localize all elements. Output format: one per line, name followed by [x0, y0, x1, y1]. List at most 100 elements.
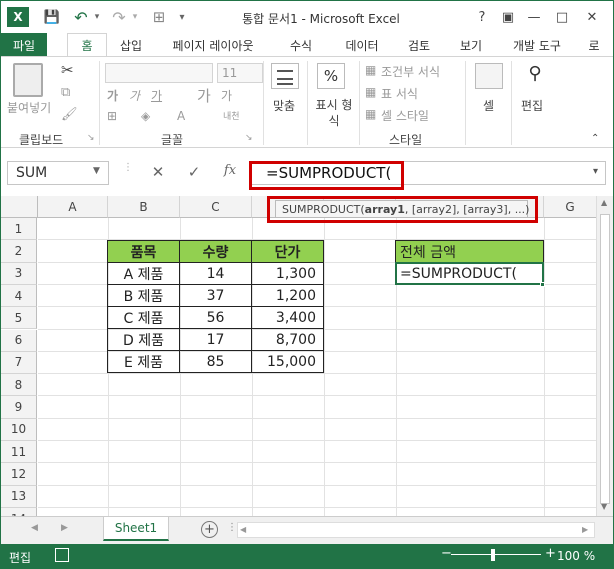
font-color-icon[interactable]: A — [177, 109, 185, 123]
tab-split-handle[interactable]: ⋮ — [227, 522, 237, 533]
font-size-combo[interactable]: 11 — [217, 63, 263, 83]
column-header-g[interactable]: G — [544, 196, 597, 218]
clipboard-launcher-icon[interactable]: ↘ — [87, 133, 95, 143]
row-header-1[interactable]: 1 — [1, 218, 37, 241]
table-cell-qty[interactable]: 17 — [179, 328, 252, 351]
column-header-c[interactable]: C — [180, 196, 252, 218]
row-header-9[interactable]: 9 — [1, 396, 37, 419]
help-button[interactable]: ? — [469, 6, 495, 28]
grow-font-button[interactable]: 가 — [197, 85, 211, 106]
percent-icon[interactable]: % — [317, 63, 345, 89]
next-sheet-icon[interactable]: ▶ — [61, 523, 68, 533]
cut-icon[interactable]: ✂ — [61, 61, 74, 79]
table-header-item[interactable]: 품목 — [107, 240, 180, 263]
border-icon[interactable]: ⊞ — [107, 109, 117, 123]
tab-developer[interactable]: 개발 도구 — [505, 33, 569, 57]
alignment-group-label[interactable]: 맞춤 — [273, 97, 295, 114]
enter-icon[interactable]: ✓ — [183, 163, 205, 183]
tab-file[interactable]: 파일 — [1, 33, 47, 57]
prev-sheet-icon[interactable]: ◀ — [31, 523, 38, 533]
table-header-price[interactable]: 단가 — [251, 240, 324, 263]
find-binoculars-icon[interactable]: ⚲ — [521, 63, 549, 89]
tab-formulas[interactable]: 수식 — [281, 33, 321, 57]
row-header-10[interactable]: 10 — [1, 418, 37, 441]
cell-styles-button[interactable]: 셀 스타일 — [381, 107, 429, 124]
table-cell-price[interactable]: 1,200 — [251, 284, 324, 307]
scroll-left-icon[interactable]: ◀ — [240, 525, 246, 534]
worksheet-grid[interactable]: A B C D E F G 1234567891011121314 품목 수량 … — [1, 196, 613, 531]
conditional-format-button[interactable]: 조건부 서식 — [381, 63, 440, 80]
row-header-7[interactable]: 7 — [1, 351, 37, 375]
underline-button[interactable]: 가 — [151, 87, 162, 104]
tab-home[interactable]: 홈 — [67, 33, 107, 57]
table-cell-qty[interactable]: 14 — [179, 262, 252, 285]
vertical-scroll-thumb[interactable] — [600, 214, 610, 504]
zoom-slider[interactable] — [451, 554, 541, 555]
table-cell-qty[interactable]: 85 — [179, 350, 252, 373]
insert-function-icon[interactable]: fx — [219, 163, 241, 183]
format-as-table-button[interactable]: 표 서식 — [381, 85, 418, 102]
cells-button[interactable]: 셀 — [483, 97, 494, 114]
shrink-font-button[interactable]: 가 — [221, 87, 232, 104]
scroll-down-icon[interactable]: ▼ — [601, 502, 607, 511]
tab-view[interactable]: 보기 — [451, 33, 491, 57]
table-cell-price[interactable]: 15,000 — [251, 350, 324, 373]
save-icon[interactable]: 💾 — [41, 7, 63, 27]
row-header-13[interactable]: 13 — [1, 485, 37, 508]
cancel-icon[interactable]: ✕ — [147, 163, 169, 183]
row-header-5[interactable]: 5 — [1, 307, 37, 330]
zoom-out-icon[interactable]: − — [441, 546, 452, 561]
undo-icon[interactable]: ↶ — [71, 7, 91, 27]
table-cell-item[interactable]: E 제품 — [107, 350, 180, 373]
redo-dropdown-icon[interactable]: ▾ — [129, 7, 141, 27]
table-cell-item[interactable]: A 제품 — [107, 262, 180, 285]
table-cell-item[interactable]: C 제품 — [107, 306, 180, 329]
editing-button[interactable]: 편집 — [521, 97, 543, 114]
add-sheet-icon[interactable]: + — [201, 521, 218, 538]
table-cell-item[interactable]: B 제품 — [107, 284, 180, 307]
tab-more[interactable]: 로 — [579, 33, 609, 57]
horizontal-scrollbar[interactable]: ◀ ▶ — [237, 522, 595, 538]
table-cell-price[interactable]: 1,300 — [251, 262, 324, 285]
zoom-in-icon[interactable]: + — [545, 546, 556, 561]
row-header-2[interactable]: 2 — [1, 240, 37, 263]
table-cell-qty[interactable]: 56 — [179, 306, 252, 329]
table-cell-price[interactable]: 3,400 — [251, 306, 324, 329]
tab-page-layout[interactable]: 페이지 레이아웃 — [163, 33, 263, 57]
sheet-tab-sheet1[interactable]: Sheet1 — [103, 517, 169, 541]
scroll-right-icon[interactable]: ▶ — [582, 525, 588, 534]
table-cell-qty[interactable]: 37 — [179, 284, 252, 307]
row-header-8[interactable]: 8 — [1, 374, 37, 397]
copy-icon[interactable]: ⧉ — [61, 85, 70, 100]
name-box-dropdown-icon[interactable]: ▼ — [93, 166, 100, 176]
zoom-slider-thumb[interactable] — [491, 549, 495, 561]
scroll-up-icon[interactable]: ▲ — [601, 198, 607, 207]
format-painter-icon[interactable]: 🖌 — [61, 107, 78, 122]
font-name-combo[interactable] — [105, 63, 213, 83]
zoom-level[interactable]: 100 % — [557, 549, 595, 563]
paste-icon[interactable] — [13, 63, 43, 97]
row-header-4[interactable]: 4 — [1, 284, 37, 308]
undo-dropdown-icon[interactable]: ▾ — [91, 7, 103, 27]
tab-insert[interactable]: 삽입 — [111, 33, 151, 57]
phonetic-button[interactable]: 내천 — [223, 109, 240, 122]
tab-review[interactable]: 검토 — [399, 33, 439, 57]
row-header-3[interactable]: 3 — [1, 262, 37, 285]
collapse-ribbon-icon[interactable]: ⌃ — [591, 133, 599, 144]
close-button[interactable]: ✕ — [579, 6, 605, 28]
table-icon[interactable]: ⊞ — [149, 7, 169, 27]
ribbon-display-options-button[interactable]: ▣ — [495, 6, 521, 28]
bold-button[interactable]: 가 — [107, 87, 118, 104]
font-launcher-icon[interactable]: ↘ — [245, 133, 253, 143]
fill-color-icon[interactable]: ◈ — [141, 109, 150, 123]
italic-button[interactable]: 가 — [129, 87, 140, 104]
table-cell-item[interactable]: D 제품 — [107, 328, 180, 351]
select-all-corner[interactable] — [1, 196, 38, 218]
tab-data[interactable]: 데이터 — [337, 33, 387, 57]
minimize-button[interactable]: — — [521, 6, 547, 28]
fill-handle[interactable] — [540, 282, 545, 287]
column-header-b[interactable]: B — [108, 196, 180, 218]
redo-icon[interactable]: ↷ — [109, 7, 129, 27]
table-cell-price[interactable]: 8,700 — [251, 328, 324, 351]
active-cell-f3[interactable]: =SUMPRODUCT( — [395, 262, 544, 285]
